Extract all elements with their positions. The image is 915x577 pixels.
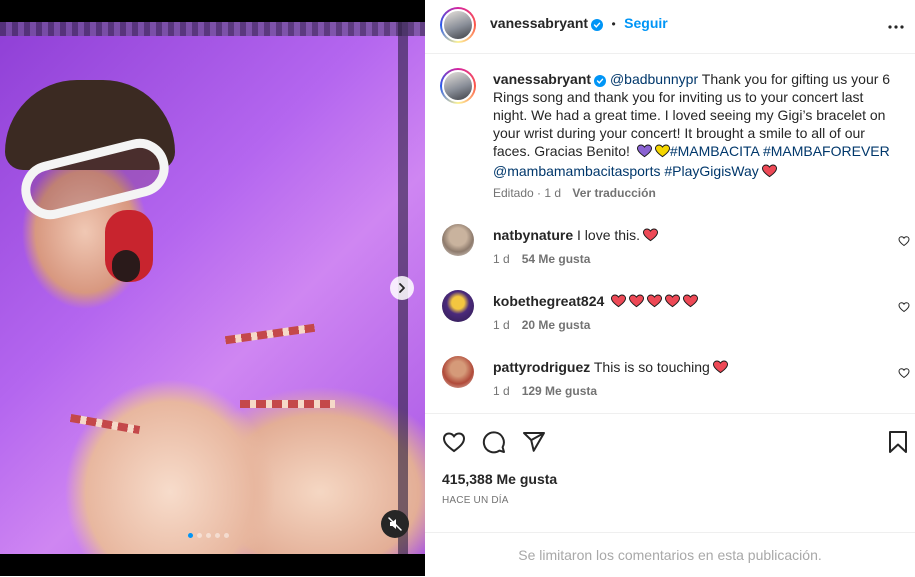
post-timestamp[interactable]: HACE UN DÍA xyxy=(442,495,509,506)
red-heart-icon xyxy=(647,294,663,312)
heart-icon xyxy=(442,432,466,453)
comment-like-button[interactable] xyxy=(898,300,910,318)
red-heart-icon xyxy=(629,294,645,312)
comment-time[interactable]: 1 d xyxy=(493,252,510,266)
comment-text: This is so touching xyxy=(593,359,710,375)
comment-icon xyxy=(482,431,505,454)
comment-like-button[interactable] xyxy=(898,234,910,252)
author-username[interactable]: vanessabryant xyxy=(490,15,588,31)
verified-badge-icon xyxy=(594,75,607,87)
heart-icon xyxy=(898,302,910,313)
post-details-panel: vanessabryant • Seguir vanessabryant @ba… xyxy=(425,0,915,576)
comment-time[interactable]: 1 d xyxy=(493,318,510,332)
share-button[interactable] xyxy=(522,430,546,459)
commenter-avatar[interactable] xyxy=(442,224,474,256)
heart-icon xyxy=(898,236,910,247)
caption-meta: Editado · 1 d Ver traducción xyxy=(493,186,656,200)
verified-badge-icon xyxy=(591,19,604,31)
follow-button[interactable]: Seguir xyxy=(624,15,668,31)
share-icon xyxy=(523,432,545,452)
bookmark-icon xyxy=(889,431,907,453)
commenter-username[interactable]: kobethegreat824 xyxy=(493,293,604,309)
hashtag-link[interactable]: #PlayGigisWay xyxy=(664,163,758,179)
red-heart-icon xyxy=(761,164,777,182)
header-separator: • xyxy=(611,17,616,31)
shirt-trim xyxy=(240,400,335,408)
mention-link[interactable]: @badbunnypr xyxy=(610,71,698,87)
comment-text-line: natbynature I love this. xyxy=(493,226,873,246)
carousel-dot xyxy=(188,533,193,538)
stage-truss xyxy=(0,22,425,36)
header-author-line: vanessabryant • Seguir xyxy=(490,15,668,33)
mention-link[interactable]: @mambamambacitasports xyxy=(493,163,661,179)
comment-likes[interactable]: 54 Me gusta xyxy=(522,252,591,266)
more-options-button[interactable] xyxy=(887,18,905,41)
hashtag-link[interactable]: #MAMBAFOREVER xyxy=(763,143,890,159)
carousel-next-button[interactable] xyxy=(390,276,414,300)
carousel-indicator xyxy=(188,533,229,538)
yellow-heart-icon xyxy=(654,144,670,162)
hashtag-link[interactable]: #MAMBACITA xyxy=(670,143,759,159)
comment-meta: 1 d 54 Me gusta xyxy=(493,252,590,266)
commenter-avatar[interactable] xyxy=(442,356,474,388)
save-button[interactable] xyxy=(887,430,909,459)
comment-like-button[interactable] xyxy=(898,366,910,384)
comment-time[interactable]: 1 d xyxy=(493,384,510,398)
carousel-dot xyxy=(197,533,202,538)
red-heart-icon xyxy=(611,294,627,312)
comment-text-line: pattyrodriguez This is so touching xyxy=(493,358,873,378)
like-button[interactable] xyxy=(442,430,466,459)
commenter-avatar[interactable] xyxy=(442,290,474,322)
mute-button[interactable] xyxy=(381,510,409,538)
author-avatar-image xyxy=(442,9,474,41)
purple-heart-icon xyxy=(636,144,652,162)
post-header: vanessabryant • Seguir xyxy=(425,0,915,54)
meta-dot: · xyxy=(537,186,542,200)
caption-username[interactable]: vanessabryant xyxy=(493,71,591,87)
comments-limited-notice: Se limitaron los comentarios en esta pub… xyxy=(425,532,915,577)
comment-likes[interactable]: 129 Me gusta xyxy=(522,384,597,398)
commenter-username[interactable]: natbynature xyxy=(493,227,573,243)
speaker-muted-icon xyxy=(388,517,402,531)
red-heart-icon xyxy=(712,360,728,378)
caption-author-avatar-image xyxy=(442,70,474,102)
post-media[interactable] xyxy=(0,0,425,576)
carousel-dot xyxy=(206,533,211,538)
see-translation-button[interactable]: Ver traducción xyxy=(572,186,655,200)
red-heart-icon xyxy=(665,294,681,312)
microphone-head xyxy=(112,250,140,282)
red-heart-icon xyxy=(683,294,699,312)
more-options-icon xyxy=(888,25,904,29)
comment-text: I love this. xyxy=(577,227,641,243)
commenter-username[interactable]: pattyrodriguez xyxy=(493,359,590,375)
carousel-dot xyxy=(224,533,229,538)
comment-meta: 1 d 129 Me gusta xyxy=(493,384,597,398)
comment-likes[interactable]: 20 Me gusta xyxy=(522,318,591,332)
author-avatar[interactable] xyxy=(440,7,476,43)
comment-text-line: kobethegreat824 xyxy=(493,292,873,312)
edited-label: Editado xyxy=(493,186,534,200)
caption-author-avatar[interactable] xyxy=(440,68,476,104)
post-caption: vanessabryant @badbunnypr Thank you for … xyxy=(493,70,891,182)
post-actions: 415,388 Me gusta HACE UN DÍA Se limitaro… xyxy=(425,413,915,576)
caption-time[interactable]: 1 d xyxy=(544,186,561,200)
chevron-right-icon xyxy=(399,283,405,293)
post-likes-count[interactable]: 415,388 Me gusta xyxy=(442,471,557,487)
comment-meta: 1 d 20 Me gusta xyxy=(493,318,590,332)
carousel-dot xyxy=(215,533,220,538)
red-heart-icon xyxy=(643,228,659,246)
comment-button[interactable] xyxy=(482,430,506,459)
heart-icon xyxy=(898,368,910,379)
